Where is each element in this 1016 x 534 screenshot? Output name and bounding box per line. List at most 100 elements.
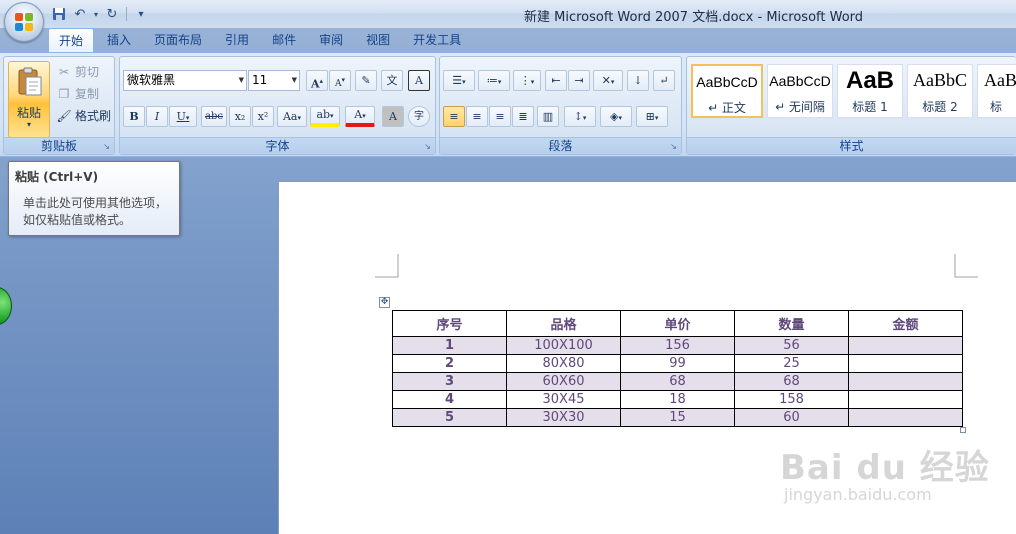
header-index[interactable]: 序号 bbox=[392, 310, 507, 337]
clear-format-button[interactable]: ✎ bbox=[355, 70, 377, 91]
table-cell[interactable]: 15 bbox=[620, 408, 735, 427]
highlight-button[interactable]: ab▾ bbox=[310, 106, 340, 127]
table-row: 5 30X30 15 60 bbox=[392, 408, 963, 427]
paste-dropdown-icon[interactable]: ▾ bbox=[9, 120, 49, 129]
phonetic-guide-button[interactable]: 文 bbox=[381, 70, 403, 91]
line-spacing-button[interactable]: ↕▾ bbox=[564, 106, 596, 127]
table-cell[interactable]: 30X45 bbox=[506, 390, 621, 409]
increase-indent-button[interactable]: ⇥ bbox=[568, 70, 590, 91]
paste-button[interactable]: 粘贴 ▾ bbox=[8, 61, 50, 138]
header-spec[interactable]: 品格 bbox=[506, 310, 621, 337]
paragraph-launcher-icon[interactable]: ↘ bbox=[669, 142, 678, 151]
header-amount[interactable]: 金额 bbox=[848, 310, 963, 337]
table-cell[interactable] bbox=[848, 408, 963, 427]
table-cell[interactable] bbox=[848, 336, 963, 355]
align-center-button[interactable]: ≡ bbox=[466, 106, 488, 127]
table-cell[interactable]: 56 bbox=[734, 336, 849, 355]
sort-button[interactable]: ↓ bbox=[627, 70, 649, 91]
align-left-button[interactable]: ≡ bbox=[443, 106, 465, 127]
align-right-button[interactable]: ≡ bbox=[489, 106, 511, 127]
table-resize-handle[interactable] bbox=[960, 427, 966, 433]
table-cell[interactable]: 60 bbox=[734, 408, 849, 427]
decrease-indent-button[interactable]: ⇤ bbox=[545, 70, 567, 91]
borders-button[interactable]: ⊞▾ bbox=[636, 106, 668, 127]
show-marks-button[interactable]: ↵ bbox=[653, 70, 675, 91]
style-no-spacing[interactable]: AaBbCcD ↵ 无间隔 bbox=[767, 64, 833, 118]
character-border-button[interactable]: A bbox=[408, 70, 430, 91]
table-cell[interactable]: 2 bbox=[392, 354, 507, 373]
header-unit-price[interactable]: 单价 bbox=[620, 310, 735, 337]
shading-button[interactable]: ◈▾ bbox=[600, 106, 632, 127]
table-cell[interactable]: 4 bbox=[392, 390, 507, 409]
justify-button[interactable]: ≣ bbox=[512, 106, 534, 127]
redo-icon[interactable]: ↻ bbox=[103, 5, 121, 23]
shrink-font-button[interactable]: A▾ bbox=[329, 70, 351, 91]
table-cell[interactable]: 30X30 bbox=[506, 408, 621, 427]
tab-view[interactable]: 视图 bbox=[356, 28, 400, 52]
table-move-handle-icon[interactable]: ✥ bbox=[379, 297, 390, 308]
superscript-icon: x² bbox=[257, 110, 269, 123]
subscript-icon: x₂ bbox=[234, 110, 246, 123]
bold-button[interactable]: B bbox=[123, 106, 145, 127]
office-button[interactable] bbox=[4, 2, 44, 42]
save-icon[interactable] bbox=[50, 5, 68, 23]
data-table[interactable]: 序号 品格 单价 数量 金额 1 100X100 156 56 2 80X80 … bbox=[392, 310, 963, 427]
customize-qat-icon[interactable]: ▾ bbox=[132, 5, 150, 23]
table-cell[interactable]: 80X80 bbox=[506, 354, 621, 373]
subscript-button[interactable]: x₂ bbox=[229, 106, 251, 127]
table-cell[interactable]: 3 bbox=[392, 372, 507, 391]
tab-home[interactable]: 开始 bbox=[48, 28, 95, 52]
numbering-button[interactable]: ≔▾ bbox=[478, 70, 510, 91]
table-cell[interactable]: 18 bbox=[620, 390, 735, 409]
enclose-characters-button[interactable]: 字 bbox=[408, 106, 430, 127]
bullets-button[interactable]: ☰▾ bbox=[443, 70, 475, 91]
table-cell[interactable]: 68 bbox=[620, 372, 735, 391]
table-cell[interactable]: 99 bbox=[620, 354, 735, 373]
table-cell[interactable]: 25 bbox=[734, 354, 849, 373]
font-size-combo[interactable]: 11 ▼ bbox=[248, 70, 300, 91]
style-heading-1[interactable]: AaB 标题 1 bbox=[837, 64, 903, 118]
chinese-layout-button[interactable]: ✕▾ bbox=[593, 70, 623, 91]
table-cell[interactable]: 1 bbox=[392, 336, 507, 355]
table-cell[interactable]: 5 bbox=[392, 408, 507, 427]
tab-mailings[interactable]: 邮件 bbox=[262, 28, 306, 52]
table-cell[interactable]: 60X60 bbox=[506, 372, 621, 391]
copy-button[interactable]: ❐ 复制 bbox=[56, 84, 99, 104]
grow-font-button[interactable]: A▴ bbox=[306, 70, 328, 91]
table-cell[interactable] bbox=[848, 372, 963, 391]
table-cell[interactable] bbox=[848, 354, 963, 373]
table-cell[interactable]: 156 bbox=[620, 336, 735, 355]
style-no-spacing-name: ↵ 无间隔 bbox=[775, 100, 825, 114]
strikethrough-button[interactable]: abc bbox=[201, 106, 227, 127]
change-case-button[interactable]: Aa▾ bbox=[277, 106, 307, 127]
table-cell[interactable]: 68 bbox=[734, 372, 849, 391]
cut-label: 剪切 bbox=[75, 65, 100, 79]
tab-review[interactable]: 审阅 bbox=[309, 28, 353, 52]
italic-button[interactable]: I bbox=[146, 106, 168, 127]
tab-developer[interactable]: 开发工具 bbox=[403, 28, 471, 52]
clipboard-launcher-icon[interactable]: ↘ bbox=[102, 142, 111, 151]
format-painter-button[interactable]: 🖌 格式刷 bbox=[56, 106, 111, 126]
multilevel-list-button[interactable]: ⋮▾ bbox=[513, 70, 541, 91]
superscript-button[interactable]: x² bbox=[252, 106, 274, 127]
style-heading-2[interactable]: AaBbC 标题 2 bbox=[907, 64, 973, 118]
style-title[interactable]: AaB 标 bbox=[977, 64, 1016, 118]
underline-button[interactable]: U▾ bbox=[169, 106, 197, 127]
character-shading-button[interactable]: A bbox=[382, 106, 404, 127]
tab-references[interactable]: 引用 bbox=[215, 28, 259, 52]
undo-icon[interactable]: ↶ bbox=[71, 5, 89, 23]
header-quantity[interactable]: 数量 bbox=[734, 310, 849, 337]
font-color-button[interactable]: A▾ bbox=[345, 106, 375, 127]
style-normal[interactable]: AaBbCcD ↵ 正文 bbox=[691, 64, 763, 118]
distributed-button[interactable]: ▥ bbox=[537, 106, 559, 127]
table-cell[interactable]: 158 bbox=[734, 390, 849, 409]
table-cell[interactable] bbox=[848, 390, 963, 409]
undo-dropdown-icon[interactable]: ▾ bbox=[92, 5, 100, 23]
pilcrow-icon: ↵ bbox=[659, 74, 669, 87]
cut-button[interactable]: ✂ 剪切 bbox=[56, 62, 99, 82]
font-launcher-icon[interactable]: ↘ bbox=[423, 142, 432, 151]
font-name-combo[interactable]: 微软雅黑 ▼ bbox=[123, 70, 247, 91]
tab-page-layout[interactable]: 页面布局 bbox=[144, 28, 212, 52]
table-cell[interactable]: 100X100 bbox=[506, 336, 621, 355]
tab-insert[interactable]: 插入 bbox=[97, 28, 141, 52]
